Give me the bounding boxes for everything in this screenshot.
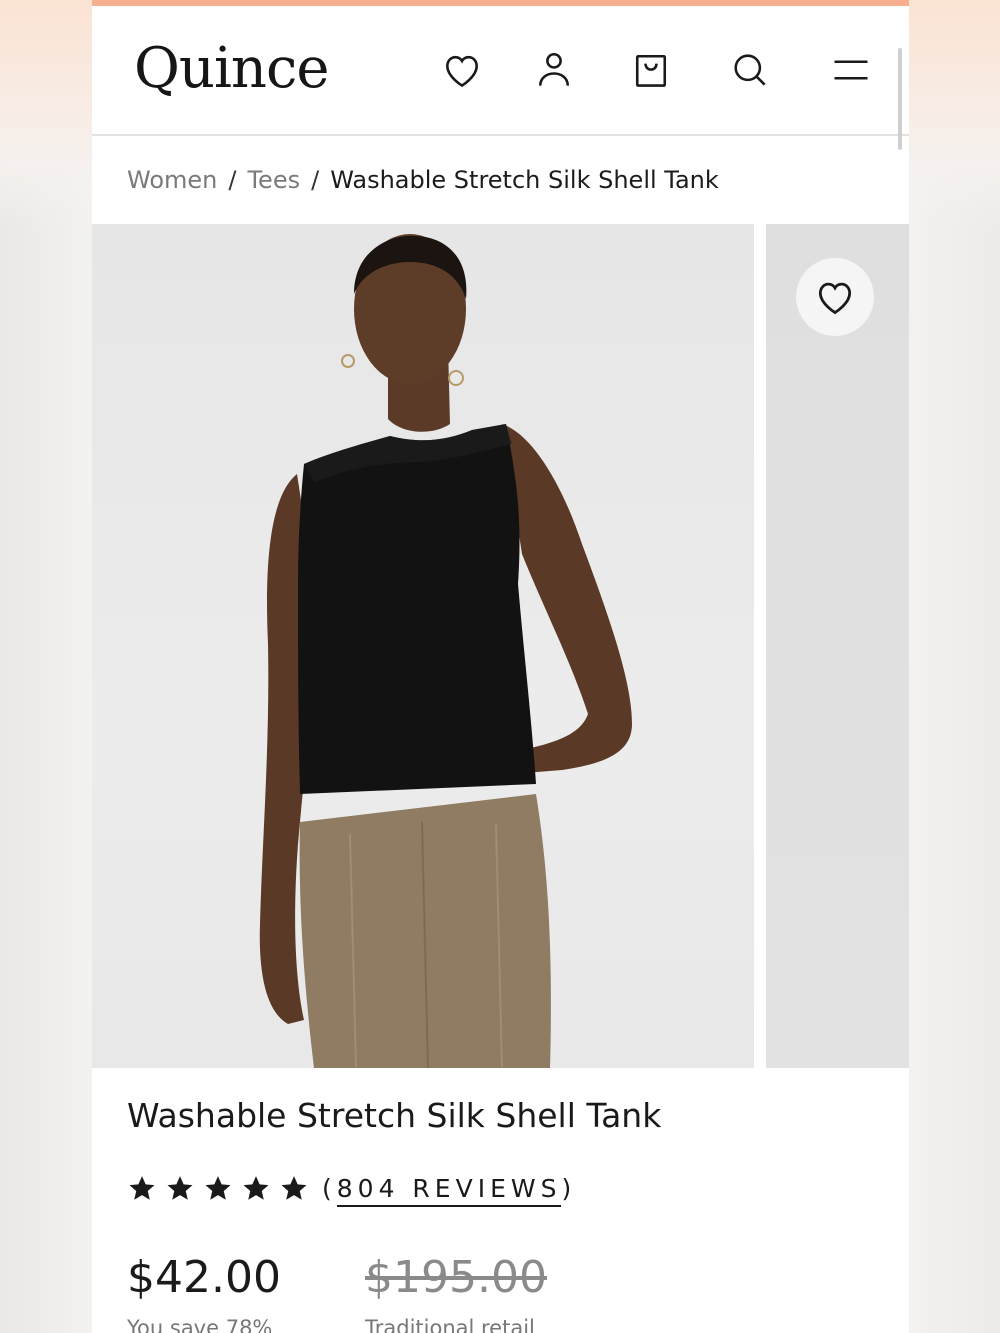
current-price: $42.00 — [127, 1252, 281, 1303]
breadcrumb-current: Washable Stretch Silk Shell Tank — [330, 166, 719, 194]
product-title: Washable Stretch Silk Shell Tank — [127, 1096, 662, 1135]
add-to-wishlist-button[interactable] — [796, 258, 874, 336]
wishlist-heart-icon[interactable] — [438, 46, 486, 94]
original-price: $195.00 — [365, 1252, 547, 1303]
savings-text: You save 78% — [127, 1316, 273, 1333]
reviews-link[interactable]: (804 REVIEWS) — [322, 1173, 576, 1207]
cart-icon[interactable] — [627, 46, 675, 94]
menu-icon[interactable] — [827, 46, 875, 94]
model-photo — [259, 234, 632, 1068]
scrollbar[interactable] — [898, 48, 902, 150]
breadcrumb-separator: / — [228, 166, 237, 194]
star-icon — [167, 1176, 193, 1200]
product-image-gallery[interactable] — [92, 224, 909, 1068]
search-icon[interactable] — [726, 46, 774, 94]
heart-icon — [818, 282, 852, 315]
product-image-main[interactable] — [92, 224, 754, 1068]
product-image-next[interactable] — [766, 224, 909, 1068]
breadcrumb-separator: / — [311, 166, 320, 194]
site-header: Quince — [92, 6, 909, 136]
original-price-label: Traditional retail — [365, 1316, 535, 1333]
mobile-page: Quince Women / Tees / Washable Stretch S… — [92, 0, 909, 1333]
breadcrumb-link-women[interactable]: Women — [127, 166, 217, 194]
star-icon — [129, 1176, 155, 1200]
breadcrumb: Women / Tees / Washable Stretch Silk She… — [127, 160, 719, 200]
breadcrumb-link-tees[interactable]: Tees — [247, 166, 300, 194]
star-icon — [281, 1176, 307, 1200]
star-icon — [205, 1176, 231, 1200]
star-icon — [243, 1176, 269, 1200]
quince-logo[interactable]: Quince — [134, 34, 329, 104]
product-rating: (804 REVIEWS) — [124, 1168, 576, 1208]
reviews-link-text[interactable]: 804 REVIEWS — [336, 1173, 562, 1207]
account-icon[interactable] — [530, 46, 578, 94]
